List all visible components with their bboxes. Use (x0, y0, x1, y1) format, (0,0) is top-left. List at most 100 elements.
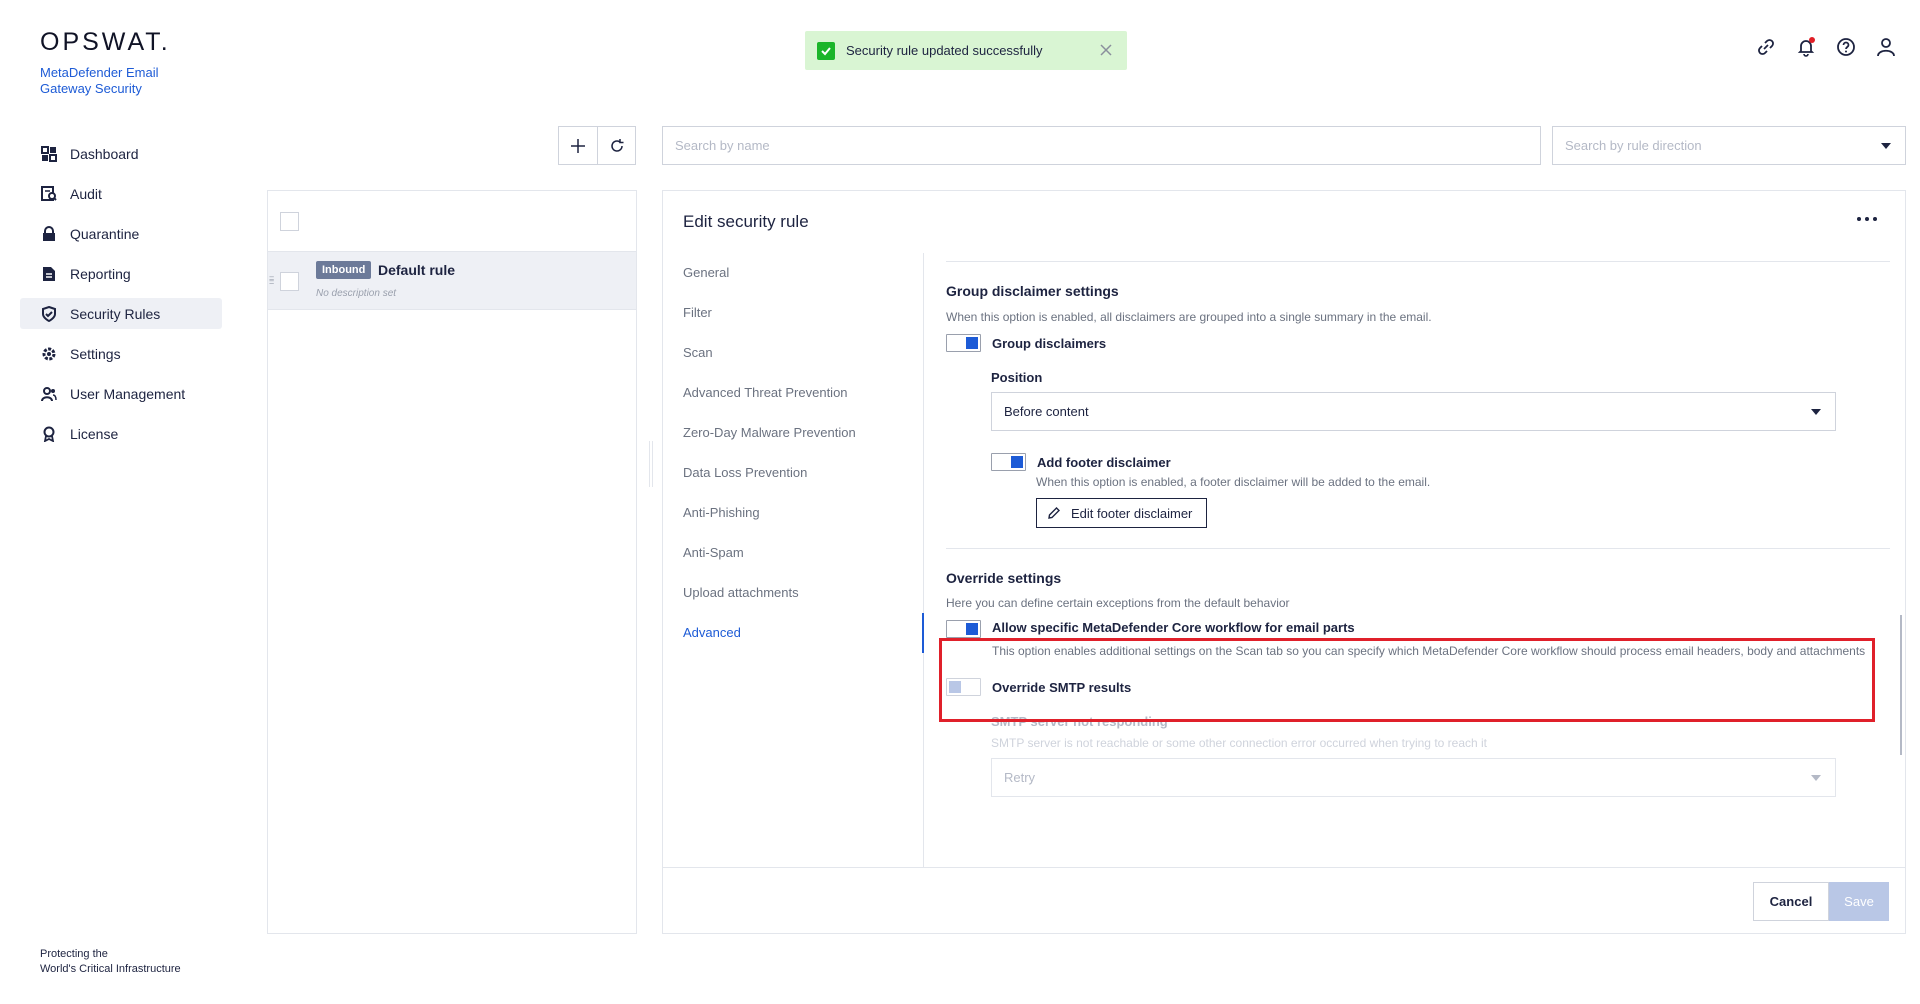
workflow-override-label: Allow specific MetaDefender Core workflo… (992, 620, 1355, 635)
rule-direction-select[interactable]: Search by rule direction (1552, 126, 1906, 165)
brand: OPSWAT. MetaDefender Email Gateway Secur… (40, 28, 171, 97)
sidebar-item-license[interactable]: License (20, 418, 222, 449)
sidebar-item-security-rules[interactable]: Security Rules (20, 298, 222, 329)
override-settings-title: Override settings (946, 570, 1062, 586)
help-icon[interactable] (1836, 37, 1856, 57)
scrollbar[interactable] (1900, 615, 1902, 755)
notification-dot (1809, 37, 1815, 43)
check-icon (817, 41, 835, 60)
rules-list-header (268, 191, 636, 252)
tab-general[interactable]: General (663, 253, 923, 293)
sidebar-item-label: User Management (70, 385, 186, 402)
cancel-button[interactable]: Cancel (1753, 882, 1829, 921)
sidebar-item-settings[interactable]: Settings (20, 338, 222, 369)
chevron-down-icon (1811, 409, 1821, 415)
tab-data-loss-prevention[interactable]: Data Loss Prevention (663, 453, 923, 493)
audit-icon (41, 185, 57, 202)
rule-name: Default rule (378, 262, 456, 278)
tab-upload-attachments[interactable]: Upload attachments (663, 573, 923, 613)
footer-disclaimer-row: Add footer disclaimer (991, 453, 1890, 471)
user-icon[interactable] (1876, 37, 1896, 57)
position-group: Position Before content Add footer discl… (991, 370, 1890, 528)
position-label: Position (991, 370, 1043, 385)
highlight-box (939, 638, 1875, 722)
more-options-icon[interactable] (1857, 217, 1877, 223)
select-all-checkbox[interactable] (280, 212, 299, 231)
footer-disclaimer-description: When this option is enabled, a footer di… (1036, 475, 1431, 489)
sidebar-item-label: License (70, 425, 119, 442)
success-toast: Security rule updated successfully (805, 31, 1127, 70)
smtp-not-responding-select[interactable]: Retry (991, 758, 1836, 797)
toast-message: Security rule updated successfully (846, 43, 1043, 58)
bell-icon[interactable] (1796, 37, 1816, 57)
group-disclaimer-title: Group disclaimer settings (946, 283, 1119, 299)
sidebar-nav: Dashboard Audit Quarantine Reporting Sec… (20, 138, 222, 458)
edit-footer-disclaimer-label: Edit footer disclaimer (1071, 505, 1193, 521)
add-rule-button[interactable] (559, 127, 597, 164)
rule-list-toolbar (558, 126, 636, 165)
tab-zero-day-malware-prevention[interactable]: Zero-Day Malware Prevention (663, 413, 923, 453)
sidebar-item-reporting[interactable]: Reporting (20, 258, 222, 289)
tab-anti-phishing[interactable]: Anti-Phishing (663, 493, 923, 533)
sidebar-item-label: Dashboard (70, 145, 139, 162)
save-button[interactable]: Save (1829, 882, 1889, 921)
shield-check-icon (41, 305, 57, 322)
tab-advanced-threat-prevention[interactable]: Advanced Threat Prevention (663, 373, 923, 413)
position-value: Before content (1004, 404, 1089, 419)
tab-scan[interactable]: Scan (663, 333, 923, 373)
sidebar-item-label: Settings (70, 345, 121, 362)
close-icon[interactable] (1097, 41, 1115, 59)
divider (946, 548, 1890, 549)
sidebar-item-label: Quarantine (70, 225, 140, 242)
smtp-not-responding-value: Retry (1004, 770, 1036, 785)
resize-handle[interactable] (649, 441, 653, 487)
sidebar-item-dashboard[interactable]: Dashboard (20, 138, 222, 169)
header-actions (1756, 37, 1896, 57)
group-disclaimers-toggle[interactable] (946, 334, 981, 352)
sidebar-item-audit[interactable]: Audit (20, 178, 222, 209)
group-disclaimer-description: When this option is enabled, all disclai… (946, 310, 1432, 324)
divider (946, 261, 1890, 262)
chevron-down-icon (1811, 775, 1821, 781)
sidebar-item-user-management[interactable]: User Management (20, 378, 222, 409)
link-icon[interactable] (1756, 37, 1776, 57)
lock-icon (41, 225, 57, 242)
sidebar-item-label: Reporting (70, 265, 131, 282)
refresh-button[interactable] (597, 127, 635, 164)
sidebar-item-quarantine[interactable]: Quarantine (20, 218, 222, 249)
pencil-icon (1048, 507, 1060, 519)
gear-icon (41, 346, 57, 362)
edit-security-rule-panel: Edit security rule General Filter Scan A… (649, 190, 1906, 934)
chevron-down-icon (1881, 143, 1891, 149)
smtp-not-responding-description: SMTP server is not reachable or some oth… (991, 736, 1488, 750)
table-row[interactable]: = = Inbound Default rule No description s… (268, 252, 636, 310)
report-icon (41, 266, 57, 282)
rule-description: No description set (316, 288, 397, 299)
workflow-override-toggle[interactable] (946, 620, 981, 638)
footer-tagline-line1: Protecting the (40, 948, 108, 960)
override-settings-description: Here you can define certain exceptions f… (946, 596, 1290, 610)
advanced-settings-content: Group disclaimer settings When this opti… (946, 253, 1890, 868)
tab-filter[interactable]: Filter (663, 293, 923, 333)
tab-anti-spam[interactable]: Anti-Spam (663, 533, 923, 573)
position-select[interactable]: Before content (991, 392, 1836, 431)
group-disclaimers-row: Group disclaimers (946, 334, 1890, 352)
footer-disclaimer-label: Add footer disclaimer (1037, 454, 1171, 470)
tab-advanced[interactable]: Advanced (663, 613, 924, 653)
refresh-icon (610, 138, 623, 152)
smtp-not-responding-group: SMTP server not responding SMTP server i… (991, 714, 1890, 797)
group-disclaimers-label: Group disclaimers (992, 335, 1107, 351)
rules-list: = = Inbound Default rule No description s… (267, 190, 637, 934)
footer-disclaimer-toggle[interactable] (991, 453, 1026, 471)
rule-tabs: General Filter Scan Advanced Threat Prev… (663, 253, 924, 868)
rule-direction-placeholder: Search by rule direction (1565, 138, 1702, 153)
edit-footer-disclaimer-button[interactable]: Edit footer disclaimer (1036, 498, 1208, 528)
rule-checkbox[interactable] (280, 272, 299, 291)
drag-handle-icon[interactable]: = = (269, 274, 277, 287)
editor-footer: Cancel Save (663, 867, 1905, 933)
footer-tagline: Protecting the World's Critical Infrastr… (40, 947, 181, 977)
award-icon (41, 426, 57, 442)
sidebar-item-label: Security Rules (70, 305, 161, 322)
search-by-name-input[interactable] (662, 126, 1541, 165)
product-name[interactable]: MetaDefender Email Gateway Security (40, 65, 170, 97)
